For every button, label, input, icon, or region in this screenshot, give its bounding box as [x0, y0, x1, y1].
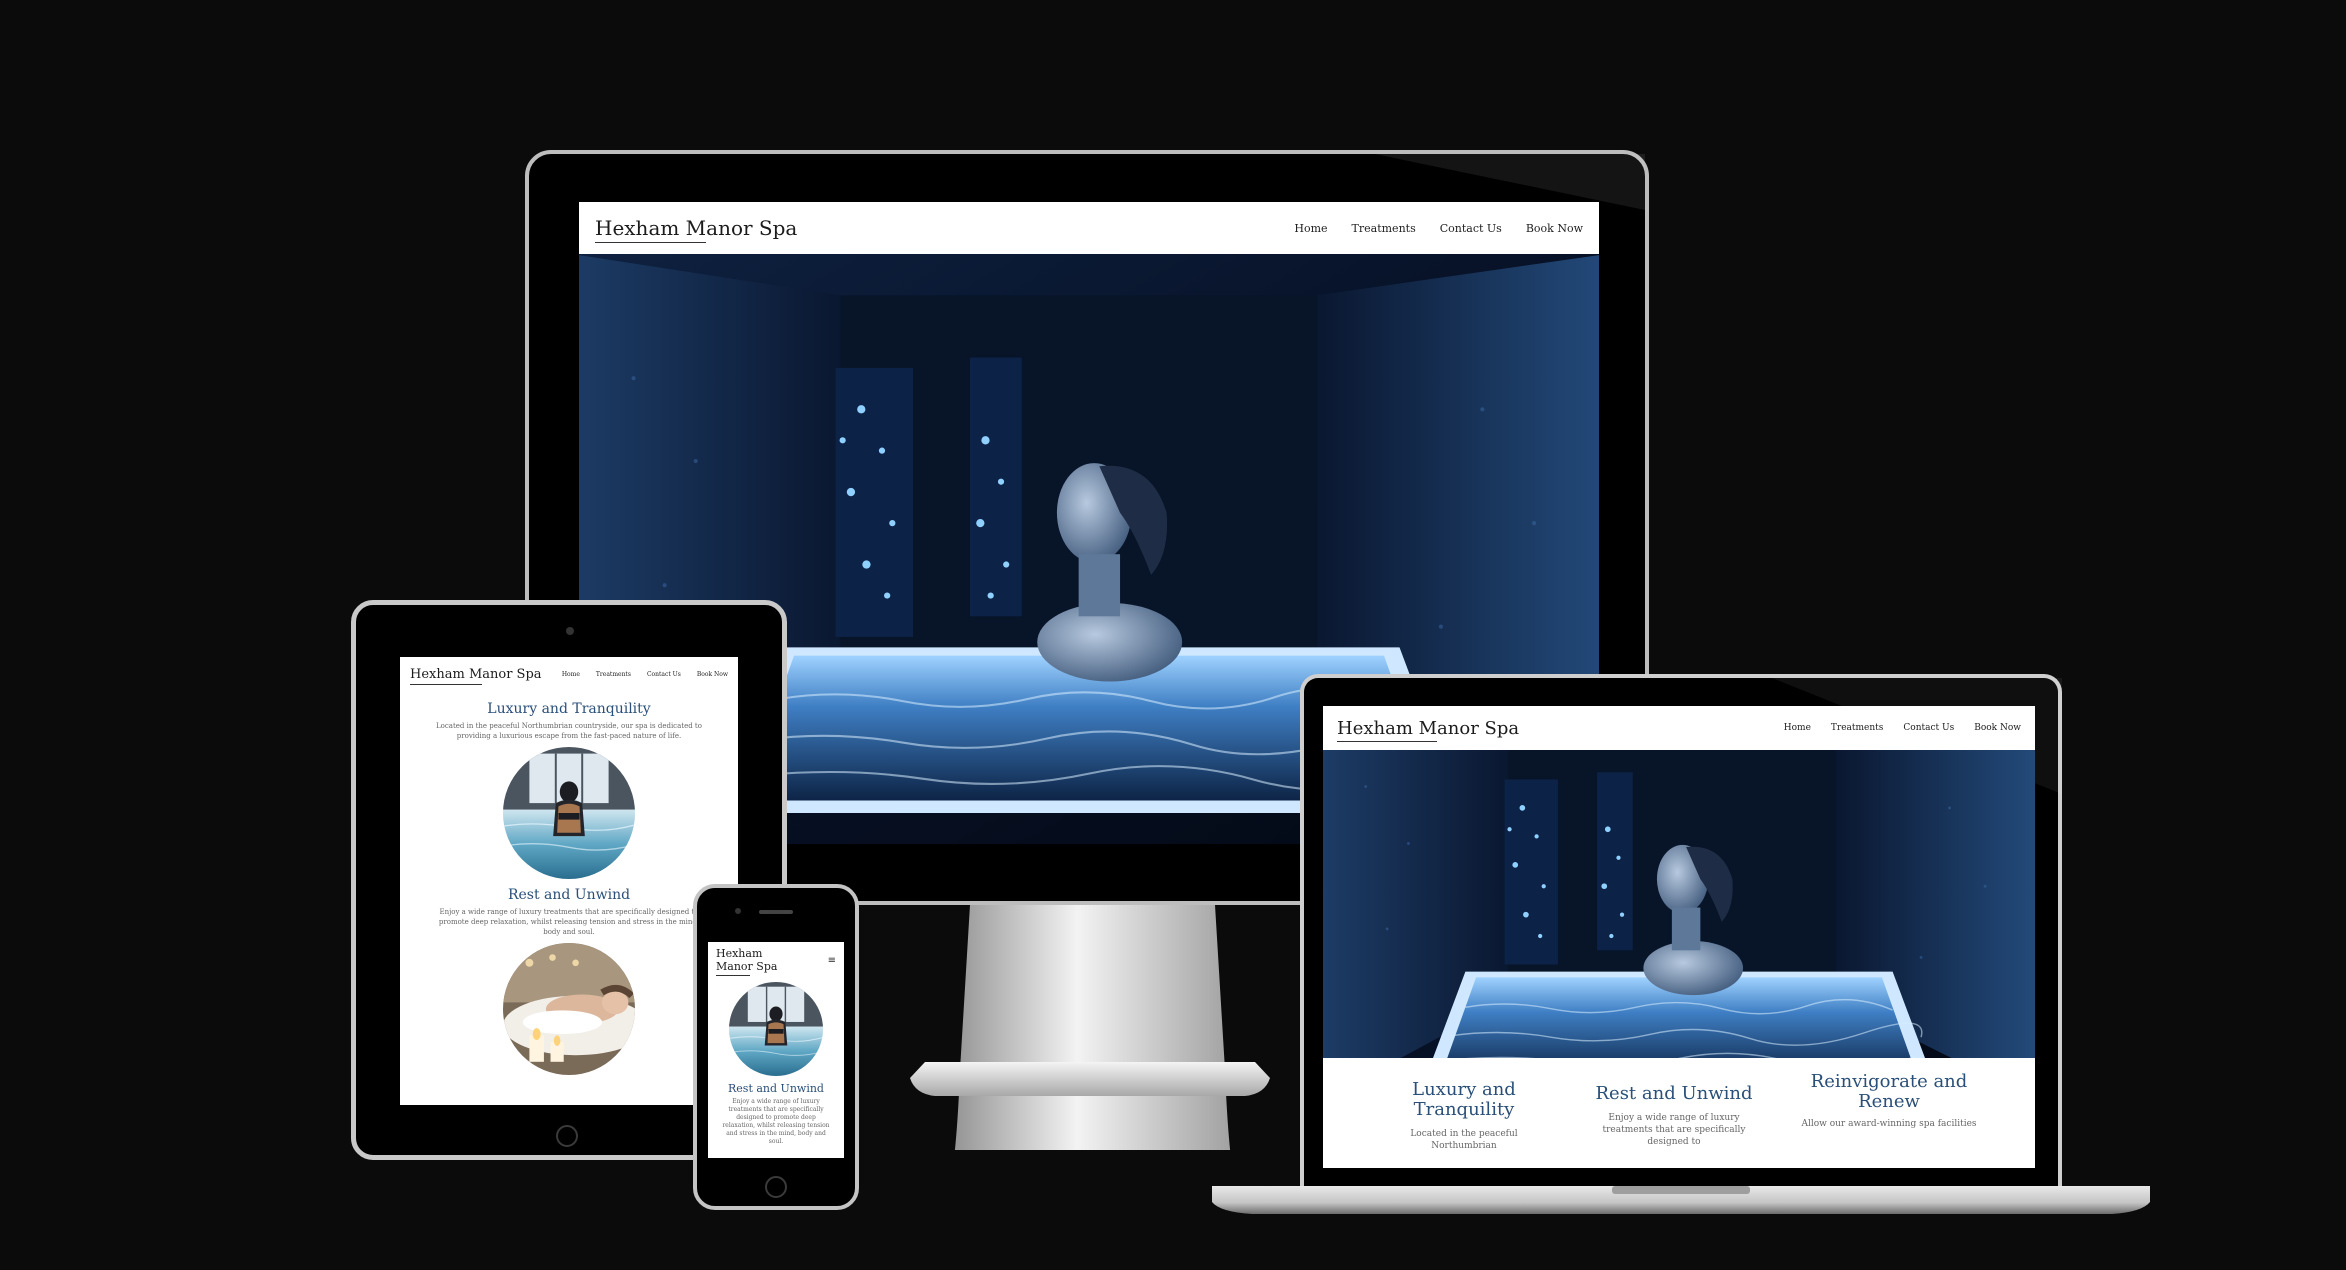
nav-book[interactable]: Book Now [1526, 222, 1583, 235]
nav-treatments[interactable]: Treatments [1352, 222, 1416, 235]
laptop-nav-home[interactable]: Home [1784, 723, 1811, 733]
feature-renew-title-2: Renew [1858, 1091, 1920, 1112]
feature-rest: Rest and Unwind Enjoy a wide range of lu… [1579, 1072, 1769, 1168]
tablet-section-text: Located in the peaceful Northumbrian cou… [436, 722, 702, 740]
phone-camera [735, 908, 741, 914]
phone-home-button[interactable] [765, 1176, 787, 1198]
laptop-logo[interactable]: Hexham Manor Spa [1337, 718, 1519, 742]
tablet-section-text-2: Enjoy a wide range of luxury treatments … [438, 908, 700, 936]
phone-pool-circle-image [729, 982, 823, 1076]
tablet-nav-links: Home Treatments Contact Us Book Now [562, 671, 728, 678]
phone-logo[interactable]: Hexham Manor Spa [716, 947, 778, 976]
desktop-nav-links: Home Treatments Contact Us Book Now [1294, 222, 1583, 235]
feature-renew-text: Allow our award-winning spa facilities [1801, 1119, 1977, 1129]
tablet-logo[interactable]: Hexham Manor Spa [410, 667, 542, 685]
laptop-hero-image [1323, 750, 2035, 1058]
menu-icon[interactable]: ≡ [828, 955, 836, 966]
tablet-nav-treatments[interactable]: Treatments [596, 671, 631, 678]
phone-device: Hexham Manor Spa ≡ Rest and Unwind Enjoy… [693, 884, 859, 1210]
tablet-nav-home[interactable]: Home [562, 671, 580, 678]
laptop-nav-contact[interactable]: Contact Us [1903, 723, 1954, 733]
feature-luxury-text: Located in the peaceful Northumbrian [1410, 1129, 1518, 1151]
phone-section-text: Enjoy a wide range of luxury treatments … [722, 1098, 830, 1145]
tablet-nav-book[interactable]: Book Now [697, 671, 728, 678]
tablet-home-button[interactable] [556, 1125, 578, 1147]
laptop-nav-treatments[interactable]: Treatments [1831, 723, 1884, 733]
laptop-screen: Hexham Manor Spa Home Treatments Contact… [1323, 706, 2035, 1168]
nav-contact[interactable]: Contact Us [1440, 222, 1502, 235]
laptop-nav-book[interactable]: Book Now [1974, 723, 2021, 733]
laptop-nav-links: Home Treatments Contact Us Book Now [1784, 723, 2021, 733]
feature-luxury-title-2: Tranquility [1413, 1099, 1515, 1120]
feature-rest-title: Rest and Unwind [1595, 1083, 1753, 1104]
tablet-nav-contact[interactable]: Contact Us [647, 671, 681, 678]
pool-woman-circle-image [503, 747, 635, 879]
tablet-section-title-2: Rest and Unwind [507, 887, 631, 903]
feature-renew: Reinvigorate and Renew Allow our award-w… [1799, 1072, 1979, 1168]
phone-screen: Hexham Manor Spa ≡ Rest and Unwind Enjoy… [708, 942, 844, 1158]
tablet-screen: Hexham Manor Spa Home Treatments Contact… [400, 657, 738, 1105]
phone-content: Rest and Unwind Enjoy a wide range of lu… [708, 982, 844, 1149]
phone-section-title: Rest and Unwind [728, 1082, 824, 1095]
phone-logo-line-2: Manor Spa [716, 960, 778, 973]
tablet-navbar: Hexham Manor Spa Home Treatments Contact… [400, 657, 738, 691]
laptop-features: Luxury and Tranquility Located in the pe… [1323, 1058, 2035, 1168]
massage-candles-circle-image [503, 943, 635, 1075]
phone-navbar: Hexham Manor Spa ≡ [708, 942, 844, 978]
desktop-navbar: Hexham Manor Spa Home Treatments Contact… [579, 202, 1599, 254]
tablet-section-title: Luxury and Tranquility [487, 701, 651, 717]
laptop-navbar: Hexham Manor Spa Home Treatments Contact… [1323, 706, 2035, 750]
phone-speaker [759, 910, 793, 914]
feature-rest-text: Enjoy a wide range of luxury treatments … [1602, 1113, 1746, 1147]
phone-logo-line-1: Hexham [716, 947, 763, 960]
feature-luxury-title-1: Luxury and [1412, 1079, 1516, 1100]
laptop-device: Hexham Manor Spa Home Treatments Contact… [1212, 674, 2150, 1224]
feature-renew-title-1: Reinvigorate and [1810, 1071, 1968, 1092]
tablet-camera [566, 627, 574, 635]
site-logo[interactable]: Hexham Manor Spa [595, 216, 797, 243]
tablet-content: Luxury and Tranquility Located in the pe… [400, 701, 738, 1075]
feature-luxury: Luxury and Tranquility Located in the pe… [1379, 1072, 1549, 1168]
nav-home[interactable]: Home [1294, 222, 1327, 235]
